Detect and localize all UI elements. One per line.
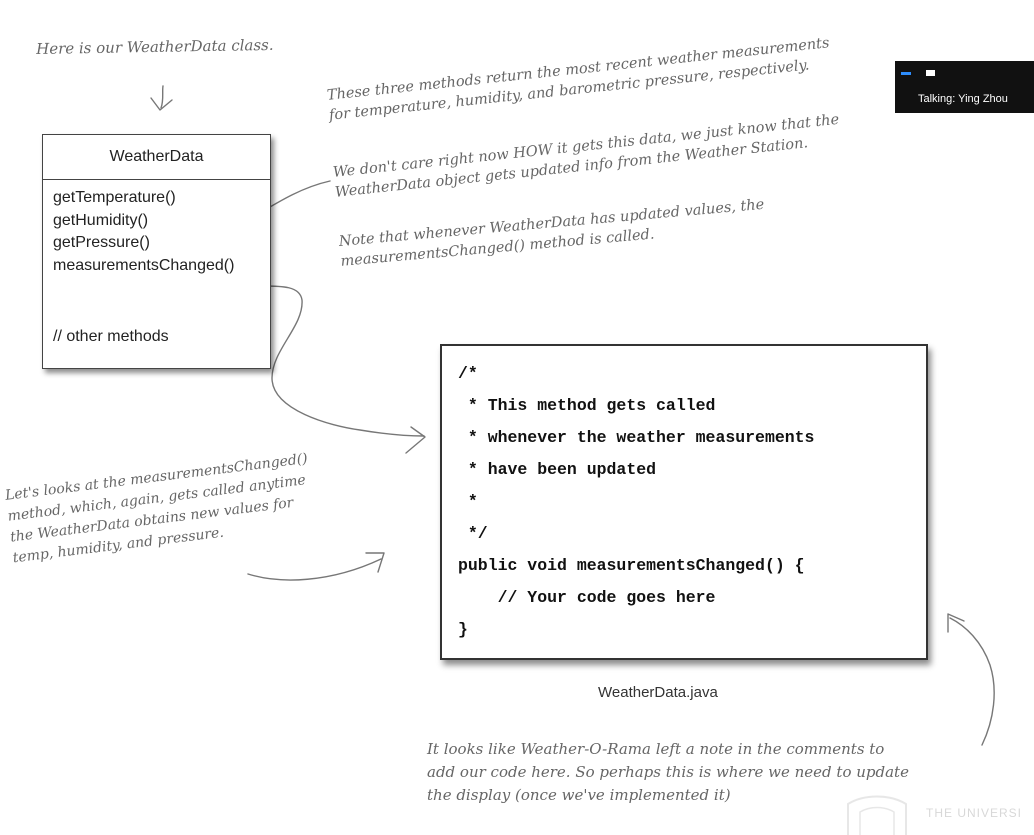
code-line-4: * have been updated	[458, 460, 657, 479]
method-get-temperature: getTemperature()	[53, 189, 176, 206]
method-get-humidity: getHumidity()	[53, 211, 149, 229]
code-line-6: */	[458, 524, 488, 543]
code-line-2: * This method gets called	[458, 396, 716, 415]
window-icon[interactable]	[926, 70, 935, 76]
bottom-note-line-1: It looks like Weather-O-Rama left a note…	[427, 740, 885, 758]
other-methods-comment: // other methods	[53, 328, 169, 345]
code-listing: /* * This method gets called * whenever …	[458, 358, 814, 646]
code-line-5: *	[458, 492, 478, 511]
weatherdata-class-box: WeatherData getTemperature() getHumidity…	[42, 134, 271, 369]
talking-label: Talking: Ying Zhou	[918, 93, 1008, 105]
class-name: WeatherData	[43, 135, 270, 180]
code-line-3: * whenever the weather measurements	[458, 428, 815, 447]
file-caption: WeatherData.java	[598, 684, 718, 701]
talking-indicator: Talking: Ying Zhou	[895, 61, 1034, 113]
weather-o-rama-note: It looks like Weather-O-Rama left a note…	[427, 738, 909, 807]
bottom-note-line-2: add our code here. So perhaps this is wh…	[427, 763, 909, 781]
university-seal-icon	[847, 795, 907, 835]
class-methods: getTemperature() getHumidity() getPressu…	[43, 180, 270, 277]
code-line-7: public void measurementsChanged() {	[458, 556, 805, 575]
method-get-pressure: getPressure()	[53, 234, 150, 251]
watermark-text: THE UNIVERSI	[926, 806, 1023, 820]
code-box: /* * This method gets called * whenever …	[440, 344, 928, 660]
method-measurements-changed: measurementsChanged()	[53, 256, 235, 274]
bottom-note-line-3: the display (once we've implemented it)	[427, 786, 731, 804]
method-to-code-arrowhead	[405, 426, 426, 454]
code-line-9: }	[458, 620, 468, 639]
code-line-8: // Your code goes here	[458, 588, 716, 607]
left-note-arrow	[247, 558, 382, 581]
bottom-note-arrowhead	[947, 613, 965, 633]
left-note-arrowhead	[365, 552, 385, 573]
code-line-1: /*	[458, 364, 478, 383]
minimize-icon[interactable]	[901, 72, 911, 75]
method-to-code-arrow	[261, 285, 425, 437]
bottom-note-arrow	[949, 617, 995, 746]
top-note-arrow	[160, 85, 164, 109]
